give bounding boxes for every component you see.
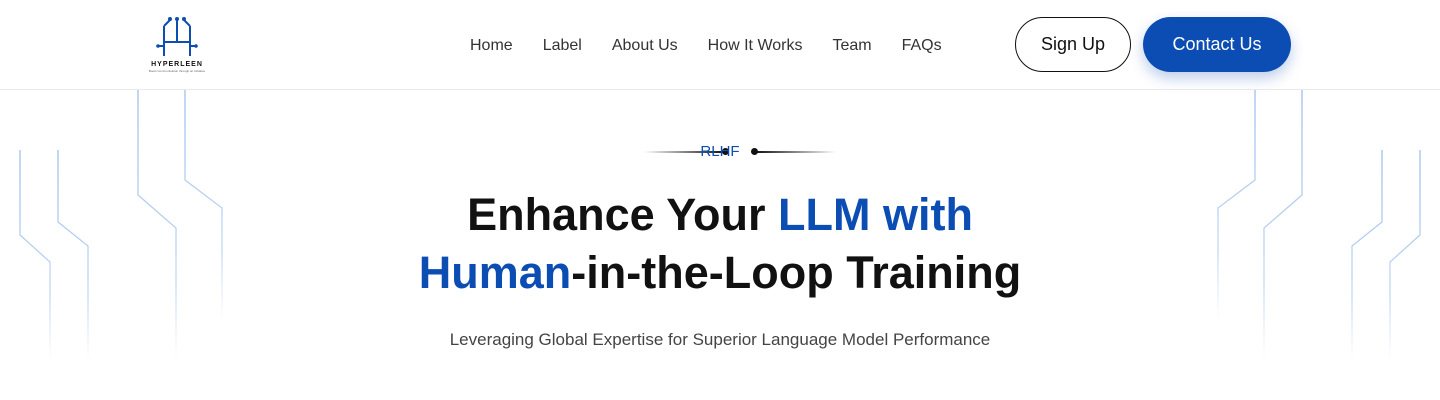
hero-section: RLHF Enhance Your LLM with Human-in-the-… (0, 90, 1440, 400)
nav-link-faqs[interactable]: FAQs (902, 37, 942, 55)
hero-headline: Enhance Your LLM with Human-in-the-Loop … (320, 186, 1120, 302)
nav-link-about-us[interactable]: About Us (612, 37, 678, 55)
nav-link-how-it-works[interactable]: How It Works (708, 37, 803, 55)
eyebrow-tag: RLHF (640, 142, 836, 162)
nav-link-team[interactable]: Team (832, 37, 871, 55)
circuit-h-logo-icon (156, 17, 198, 56)
nav-link-home[interactable]: Home (470, 37, 513, 55)
eyebrow-line-right (756, 151, 836, 153)
sign-up-button[interactable]: Sign Up (1015, 17, 1131, 72)
contact-us-button[interactable]: Contact Us (1143, 17, 1291, 72)
headline-accent-1: LLM with (777, 189, 973, 240)
brand-name: HYPERLEEN (151, 61, 203, 68)
headline-part-1: Enhance Your (467, 189, 778, 240)
site-header: HYPERLEEN Boost Communication through an… (0, 0, 1440, 90)
brand-tagline: Boost Communication through an Initiativ… (148, 69, 206, 73)
headline-part-2: -in-the-Loop Training (571, 247, 1022, 298)
nav-link-label[interactable]: Label (543, 37, 582, 55)
landing-page: HYPERLEEN Boost Communication through an… (0, 0, 1440, 400)
eyebrow-text: RLHF (700, 143, 740, 160)
brand-logo[interactable]: HYPERLEEN Boost Communication through an… (148, 16, 206, 76)
hero-subheadline: Leveraging Global Expertise for Superior… (449, 330, 991, 349)
main-nav: Home Label About Us How It Works Team FA… (456, 34, 942, 58)
headline-accent-2: Human (418, 247, 572, 298)
